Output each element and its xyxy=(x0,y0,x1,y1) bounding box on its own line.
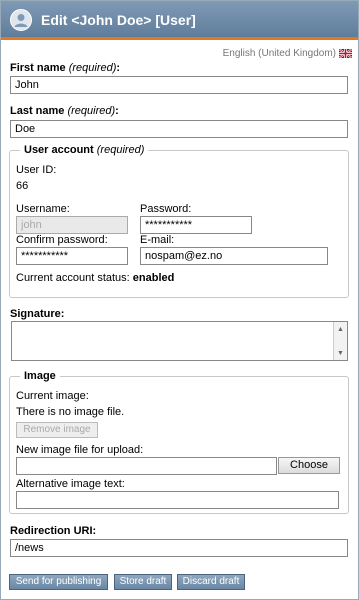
confirm-password-input[interactable] xyxy=(16,247,128,265)
page-title: Edit <John Doe> [User] xyxy=(41,12,196,28)
user-id-label: User ID: xyxy=(16,164,57,176)
discard-draft-button[interactable]: Discard draft xyxy=(177,574,245,590)
edit-window: Edit <John Doe> [User] English (United K… xyxy=(0,0,359,600)
confirm-password-label: Confirm password: xyxy=(16,234,108,246)
uk-flag-icon xyxy=(339,49,352,58)
last-name-label: Last name (required): xyxy=(10,105,119,117)
redirection-input[interactable] xyxy=(10,539,348,557)
last-name-input[interactable] xyxy=(10,120,348,138)
upload-file-input[interactable] xyxy=(16,457,277,475)
alt-text-input[interactable] xyxy=(16,491,339,509)
no-image-text: There is no image file. xyxy=(16,406,125,418)
signature-label: Signature: xyxy=(10,308,65,320)
redirection-label: Redirection URI: xyxy=(10,525,97,537)
choose-file-button[interactable]: Choose xyxy=(278,457,340,474)
account-status-value: enabled xyxy=(132,272,175,284)
send-for-publishing-button[interactable]: Send for publishing xyxy=(9,574,108,590)
upload-label: New image file for upload: xyxy=(16,444,144,456)
scroll-up-icon[interactable]: ▲ xyxy=(337,326,344,334)
user-icon xyxy=(10,9,32,31)
image-legend: Image xyxy=(20,370,60,382)
user-id-value: 66 xyxy=(16,180,29,192)
signature-textarea[interactable]: ▲ ▼ xyxy=(11,321,348,361)
language-indicator: English (United Kingdom) xyxy=(223,48,352,59)
username-label: Username: xyxy=(16,203,70,215)
language-name: English (United Kingdom) xyxy=(222,48,336,59)
alt-text-label: Alternative image text: xyxy=(16,478,125,490)
account-status: Current account status: enabled xyxy=(16,272,175,284)
current-image-label: Current image: xyxy=(16,390,89,402)
user-account-legend: User account (required) xyxy=(20,144,149,156)
remove-image-button: Remove image xyxy=(16,422,98,438)
signature-scrollbar[interactable]: ▲ ▼ xyxy=(333,322,347,360)
password-label: Password: xyxy=(140,203,192,215)
window-header: Edit <John Doe> [User] xyxy=(1,1,358,40)
store-draft-button[interactable]: Store draft xyxy=(114,574,172,590)
scroll-down-icon[interactable]: ▼ xyxy=(337,350,344,358)
email-label: E-mail: xyxy=(140,234,175,246)
first-name-label: First name (required): xyxy=(10,62,121,74)
username-input xyxy=(16,216,128,234)
first-name-input[interactable] xyxy=(10,76,348,94)
email-input[interactable] xyxy=(140,247,328,265)
password-input[interactable] xyxy=(140,216,252,234)
